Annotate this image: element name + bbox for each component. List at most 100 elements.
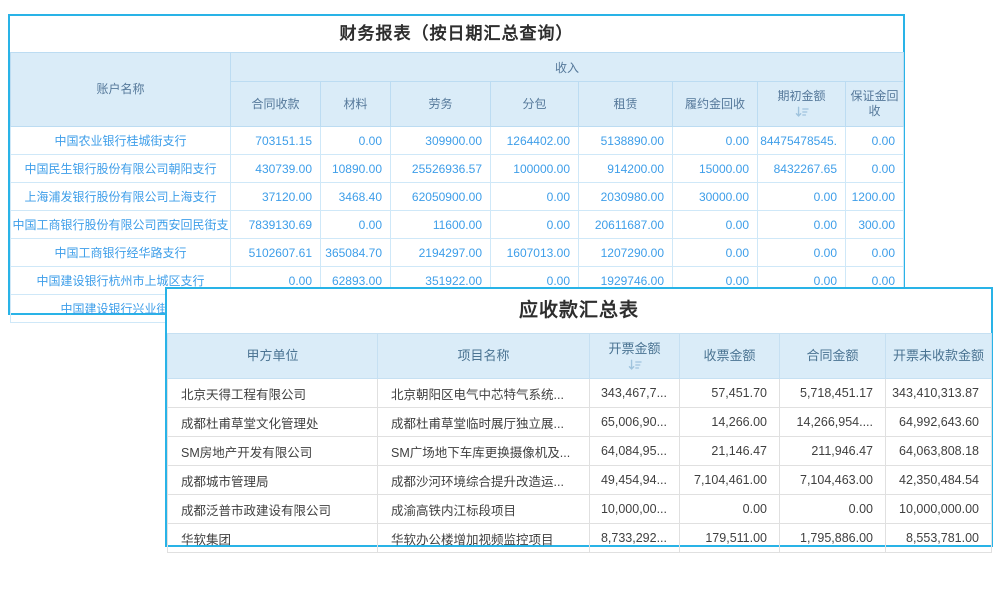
amount-cell: 15000.00 (673, 155, 758, 183)
amount-cell: 14,266.00 (680, 408, 780, 437)
amount-cell: 30000.00 (673, 183, 758, 211)
party-a-cell: 成都杜甫草堂文化管理处 (168, 408, 378, 437)
table-row: 成都杜甫草堂文化管理处 成都杜甫草堂临时展厅独立展... 65,006,90..… (168, 408, 992, 437)
party-a-cell: 成都泛普市政建设有限公司 (168, 495, 378, 524)
amount-cell: 309900.00 (391, 127, 491, 155)
project-name-cell: 华软办公楼增加视频监控项目 (378, 524, 590, 553)
receivables-summary-title: 应收款汇总表 (167, 289, 991, 333)
header-invoiced-amount[interactable]: 开票金额 (590, 334, 680, 379)
financial-report-table: 账户名称 收入 合同收款 材料 劳务 分包 租赁 履约金回收 期初金额 (10, 52, 904, 323)
amount-cell: 211,946.47 (780, 437, 886, 466)
amount-cell: 430739.00 (231, 155, 321, 183)
amount-cell: 8,553,781.00 (886, 524, 992, 553)
amount-cell: 0.00 (846, 127, 904, 155)
amount-cell: 65,006,90... (590, 408, 680, 437)
account-name-cell[interactable]: 中国工商银行股份有限公司西安回民街支 (11, 211, 231, 239)
header-opening-amount-label: 期初金额 (777, 89, 825, 104)
header-deposit-recovery: 保证金回收 (846, 82, 904, 127)
amount-cell: 0.00 (673, 239, 758, 267)
header-account-name: 账户名称 (11, 53, 231, 127)
amount-cell: 1,795,886.00 (780, 524, 886, 553)
table-row: 中国民生银行股份有限公司朝阳支行 430739.00 10890.00 2552… (11, 155, 904, 183)
table-row: 上海浦发银行股份有限公司上海支行 37120.00 3468.40 620509… (11, 183, 904, 211)
amount-cell: 37120.00 (231, 183, 321, 211)
party-a-cell: 成都城市管理局 (168, 466, 378, 495)
account-name-cell[interactable]: 中国工商银行经华路支行 (11, 239, 231, 267)
amount-cell: 703151.15 (231, 127, 321, 155)
account-name-cell[interactable]: 中国农业银行桂城街支行 (11, 127, 231, 155)
amount-cell: 0.00 (780, 495, 886, 524)
amount-cell: 64,063,808.18 (886, 437, 992, 466)
account-name-cell[interactable]: 上海浦发银行股份有限公司上海支行 (11, 183, 231, 211)
amount-cell: 914200.00 (579, 155, 673, 183)
amount-cell: 7839130.69 (231, 211, 321, 239)
amount-cell: 8,733,292... (590, 524, 680, 553)
header-material: 材料 (321, 82, 391, 127)
receivables-summary-table: 甲方单位 项目名称 开票金额 收票金额 合同金额 开票未收款金额 北京天得工程有… (167, 333, 992, 553)
amount-cell: 8432267.65 (758, 155, 846, 183)
table-row: 成都城市管理局 成都沙河环境综合提升改造运... 49,454,94... 7,… (168, 466, 992, 495)
amount-cell: 57,451.70 (680, 379, 780, 408)
receivables-summary-panel: 应收款汇总表 甲方单位 项目名称 开票金额 收票金额 合同金额 (165, 287, 993, 547)
amount-cell: 0.00 (846, 155, 904, 183)
amount-cell: 20611687.00 (579, 211, 673, 239)
amount-cell: 2194297.00 (391, 239, 491, 267)
amount-cell: 7,104,461.00 (680, 466, 780, 495)
header-invoiced-unpaid-amount: 开票未收款金额 (886, 334, 992, 379)
amount-cell: 49,454,94... (590, 466, 680, 495)
amount-cell: 5,718,451.17 (780, 379, 886, 408)
amount-cell: 10890.00 (321, 155, 391, 183)
header-performance-bond: 履约金回收 (673, 82, 758, 127)
party-a-cell: SM房地产开发有限公司 (168, 437, 378, 466)
amount-cell: 0.00 (491, 211, 579, 239)
amount-cell: 84475478545. (758, 127, 846, 155)
header-received-amount: 收票金额 (680, 334, 780, 379)
table-row: 北京天得工程有限公司 北京朝阳区电气中芯特气系统... 343,467,7...… (168, 379, 992, 408)
amount-cell: 0.00 (758, 211, 846, 239)
amount-cell: 11600.00 (391, 211, 491, 239)
amount-cell: 0.00 (846, 239, 904, 267)
amount-cell: 343,467,7... (590, 379, 680, 408)
amount-cell: 300.00 (846, 211, 904, 239)
amount-cell: 7,104,463.00 (780, 466, 886, 495)
header-contract-amount: 合同金额 (780, 334, 886, 379)
header-opening-amount[interactable]: 期初金额 (758, 82, 846, 127)
header-party-a: 甲方单位 (168, 334, 378, 379)
amount-cell: 62050900.00 (391, 183, 491, 211)
amount-cell: 21,146.47 (680, 437, 780, 466)
amount-cell: 179,511.00 (680, 524, 780, 553)
amount-cell: 100000.00 (491, 155, 579, 183)
amount-cell: 10,000,00... (590, 495, 680, 524)
financial-report-panel: 财务报表（按日期汇总查询） 账户名称 收入 合同收款 材料 劳务 分包 租赁 履… (8, 14, 905, 315)
amount-cell: 42,350,484.54 (886, 466, 992, 495)
amount-cell: 0.00 (491, 183, 579, 211)
table-row: 中国农业银行桂城街支行 703151.15 0.00 309900.00 126… (11, 127, 904, 155)
table-row: 中国工商银行经华路支行 5102607.61 365084.70 2194297… (11, 239, 904, 267)
project-name-cell: SM广场地下车库更换摄像机及... (378, 437, 590, 466)
amount-cell: 0.00 (758, 239, 846, 267)
amount-cell: 0.00 (321, 211, 391, 239)
table-row: 华软集团 华软办公楼增加视频监控项目 8,733,292... 179,511.… (168, 524, 992, 553)
sort-amount-icon[interactable] (795, 106, 809, 119)
amount-cell: 343,410,313.87 (886, 379, 992, 408)
header-row: 甲方单位 项目名称 开票金额 收票金额 合同金额 开票未收款金额 (168, 334, 992, 379)
table-row: 中国工商银行股份有限公司西安回民街支 7839130.69 0.00 11600… (11, 211, 904, 239)
project-name-cell: 成都杜甫草堂临时展厅独立展... (378, 408, 590, 437)
amount-cell: 10,000,000.00 (886, 495, 992, 524)
amount-cell: 25526936.57 (391, 155, 491, 183)
table-row: SM房地产开发有限公司 SM广场地下车库更换摄像机及... 64,084,95.… (168, 437, 992, 466)
project-name-cell: 成渝高铁内江标段项目 (378, 495, 590, 524)
amount-cell: 0.00 (680, 495, 780, 524)
project-name-cell: 成都沙河环境综合提升改造运... (378, 466, 590, 495)
project-name-cell: 北京朝阳区电气中芯特气系统... (378, 379, 590, 408)
account-name-cell[interactable]: 中国民生银行股份有限公司朝阳支行 (11, 155, 231, 183)
amount-cell: 14,266,954.... (780, 408, 886, 437)
amount-cell: 365084.70 (321, 239, 391, 267)
sort-amount-icon[interactable] (628, 359, 642, 372)
amount-cell: 0.00 (321, 127, 391, 155)
amount-cell: 1207290.00 (579, 239, 673, 267)
amount-cell: 0.00 (758, 183, 846, 211)
amount-cell: 1264402.00 (491, 127, 579, 155)
header-subcontract: 分包 (491, 82, 579, 127)
header-project-name: 项目名称 (378, 334, 590, 379)
